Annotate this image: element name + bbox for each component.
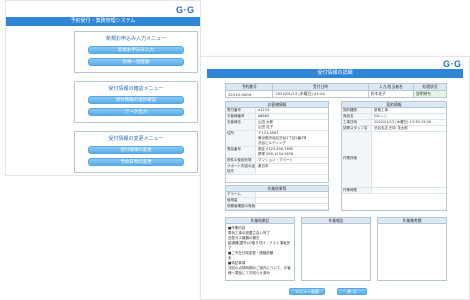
field-value: 新築工事 (374, 108, 388, 112)
memo-panel-report: 作業報告 (301, 217, 371, 281)
field-label: 依頼者確認の有無 (226, 204, 256, 209)
field-label: 工事日時 (342, 120, 372, 125)
col-received-at: 受付日時 (272, 83, 369, 91)
field-row: 作業詳細 (342, 132, 446, 188)
field-label: お客様名 (226, 120, 256, 130)
field-value (256, 192, 328, 197)
field-value (372, 188, 446, 193)
customer-panel: お客様情報 受付番号 a1234 お客様番号 a8880 お客様名 山田 太郎 山田 … (225, 101, 329, 183)
field-label: 商品名 (342, 114, 372, 119)
back-button[interactable]: 戻 る (337, 288, 367, 295)
field-value (256, 204, 328, 209)
confirm-menu-title: 受付情報の確認メニュー (108, 86, 164, 92)
staff-value: 鈴木花子 (367, 90, 415, 98)
new-application-menu-title: 新規お申込み入力メニュー (105, 36, 166, 42)
field-value (372, 132, 446, 187)
data-export-button[interactable]: データ出力 (88, 108, 184, 116)
field-value: 〒123-4567 東京都渋谷区渋谷1丁目2番3号 渋谷ビルディング (258, 131, 307, 145)
work-result-panel: 作業結果等 アラーム 使用量 依頼者確認の有無 (225, 185, 329, 211)
field-label: 使用量 (226, 198, 256, 203)
field-label: 訪問スタッフ名 (342, 126, 372, 131)
field-value: 渋谷支店 田中 花太郎 (374, 126, 408, 130)
new-application-input-button[interactable]: 新規お申込み入力 (88, 46, 184, 54)
memo-panel-notes: 作業備考欄 (377, 217, 447, 281)
memo-body (302, 224, 370, 228)
summary-table: 予約番号 受付日時 入力/担当者名 処理状況 22210-0004 2022/0… (224, 83, 447, 98)
memo-body (378, 224, 446, 228)
field-row: 依頼者確認の有無 (226, 204, 328, 210)
field-label: 作業詳細 (342, 132, 372, 187)
field-value: a1234 (258, 108, 270, 112)
field-value: マンション・アパート (258, 158, 293, 162)
field-label: 受付番号 (226, 108, 256, 113)
field-label: 作業時間 (342, 188, 372, 193)
field-row: 電話番号 固定 0123-456-7890 携帯 090-1234-5678 (226, 147, 328, 158)
field-value: 2022/01/13 (木曜日) 13:30-15:00 (374, 120, 432, 124)
field-label: お客様番号 (226, 114, 256, 119)
system-title: 予約受付・業務管理システム (6, 17, 200, 26)
main-menu-window: G·G 予約受付・業務管理システム 新規お申込み入力メニュー 新規お申込み入力 … (5, 0, 201, 176)
company-logo: G·G (176, 5, 195, 15)
field-value: 東日本 (258, 164, 269, 168)
status-value: 説明待ち (413, 90, 447, 98)
reservation-no-value: 22210-0004 (224, 90, 274, 98)
contract-panel: 契約情報 契約種別 新築工事 商品名 GG-○○ 工事日時 2022/01/13 (木… (341, 101, 447, 211)
field-row: 住所 〒123-4567 東京都渋谷区渋谷1丁目2番3号 渋谷ビルディング (226, 131, 328, 147)
memo-panel-result: 作業結果記 ■作業内容 電気工事の設置立会い完了 旧型ガス機器の撤去 給湯器(屋… (225, 217, 295, 281)
received-at-value: 2022/01/13 (木曜日) 22:04 (272, 90, 369, 98)
field-label: 契約種別 (342, 108, 372, 113)
change-date-button[interactable]: 予約日時の変更 (88, 158, 184, 166)
confirm-menu: 受付情報の確認メニュー 受付情報の進捗確認 データ出力 (74, 81, 198, 123)
col-status: 処理状況 (413, 83, 447, 91)
field-label: 住所 (226, 131, 256, 146)
change-menu-title: 受付情報の変更メニュー (108, 136, 164, 142)
field-row: 作業時間 (342, 188, 446, 194)
change-menu: 受付情報の変更メニュー 受付情報の変更 予約日時の変更 (74, 131, 198, 173)
menu-screen-button[interactable]: メニュー画面 (289, 288, 325, 295)
field-value (256, 198, 328, 203)
company-logo-right: G·G (443, 59, 462, 69)
col-reservation-no: 予約番号 (224, 83, 274, 91)
field-label: 電話番号 (226, 147, 256, 157)
col-staff: 入力/担当者名 (367, 83, 415, 91)
field-row: サポート内容の返信先 東日本 (226, 164, 328, 175)
field-row: お客様名 山田 太郎 山田 花子 (226, 120, 328, 131)
field-label: アラーム (226, 192, 256, 197)
change-info-button[interactable]: 受付情報の変更 (88, 146, 184, 154)
field-value: GG-○○ (374, 114, 387, 118)
detail-title: 受付情報の詳細 (207, 69, 463, 78)
field-label: 物件の使用形態 (226, 158, 256, 163)
new-application-menu: 新規お申込み入力メニュー 新規お申込み入力 新規一括登録 (74, 31, 198, 73)
progress-check-button[interactable]: 受付情報の進捗確認 (88, 96, 184, 104)
bulk-register-button[interactable]: 新規一括登録 (88, 58, 184, 66)
field-value: 山田 太郎 山田 花子 (258, 120, 274, 129)
field-value: 固定 0123-456-7890 携帯 090-1234-5678 (258, 147, 294, 156)
memo-body: ■作業内容 電気工事の設置立会い完了 旧型ガス機器の撤去 給湯器(屋外)の取り付… (228, 226, 291, 275)
detail-window: G·G 受付情報の詳細 予約番号 受付日時 入力/担当者名 処理状況 22210… (200, 56, 470, 300)
field-label: サポート内容の返信先 (226, 164, 256, 174)
field-value: a8880 (258, 114, 270, 118)
